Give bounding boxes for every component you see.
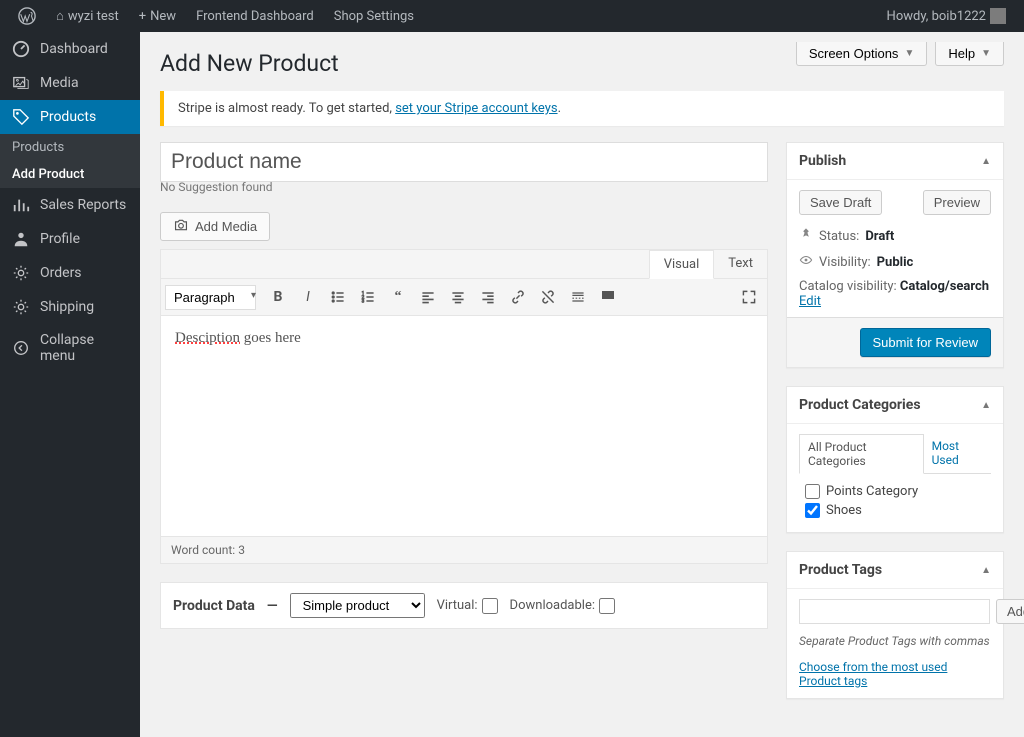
publish-box-header[interactable]: Publish▲ [787,143,1003,180]
home-icon: ⌂ [56,8,64,24]
blockquote-button[interactable]: “ [384,283,412,311]
product-title-input[interactable] [160,142,768,182]
number-list-button[interactable]: 123 [354,283,382,311]
products-icon [12,108,30,126]
chevron-up-icon: ▲ [981,565,991,576]
category-item[interactable]: Shoes [799,503,991,518]
choose-tags-link[interactable]: Choose from the most used Product tags [799,660,991,688]
bullet-list-button[interactable] [324,283,352,311]
downloadable-checkbox-label[interactable]: Downloadable: [510,598,615,614]
title-suggest: No Suggestion found [160,180,768,194]
toolbar-toggle-button[interactable] [594,283,622,311]
gear-icon [12,264,30,282]
tag-input[interactable] [799,599,990,624]
nav-sales-reports[interactable]: Sales Reports [0,188,140,222]
new-content-link[interactable]: +New [131,0,184,32]
editor-tab-visual[interactable]: Visual [649,250,715,279]
screen-options-button[interactable]: Screen Options▼ [796,42,928,66]
wp-logo[interactable] [10,0,44,32]
media-icon [12,74,30,92]
chevron-up-icon: ▲ [981,156,991,167]
help-button[interactable]: Help▼ [935,42,1004,66]
nav-media[interactable]: Media [0,66,140,100]
frontend-dashboard-link[interactable]: Frontend Dashboard [188,0,322,32]
camera-icon [173,218,189,235]
chevron-up-icon: ▲ [981,400,991,411]
subnav-add-product[interactable]: Add Product [0,161,140,188]
format-select[interactable]: Paragraph [165,285,256,310]
category-item[interactable]: Points Category [799,484,991,499]
subnav-products[interactable]: Products [0,134,140,161]
pin-icon [799,227,813,245]
editor-content[interactable]: Desciption goes here [161,316,767,536]
product-type-select[interactable]: Simple product [290,593,425,618]
virtual-checkbox[interactable] [482,598,498,614]
gear-icon [12,298,30,316]
nav-products[interactable]: Products [0,100,140,134]
profile-icon [12,230,30,248]
virtual-checkbox-label[interactable]: Virtual: [437,598,498,614]
eye-icon [799,253,813,271]
avatar [990,8,1006,24]
stripe-keys-link[interactable]: set your Stripe account keys [395,101,557,116]
link-button[interactable] [504,283,532,311]
collapse-icon [12,339,30,357]
category-label: Shoes [826,503,862,518]
word-count: Word count: 3 [161,536,767,563]
reports-icon [12,196,30,214]
chevron-down-icon: ▼ [904,48,914,59]
shop-settings-link[interactable]: Shop Settings [326,0,422,32]
cat-tab-all[interactable]: All Product Categories [799,434,924,474]
stripe-notice: Stripe is almost ready. To get started, … [160,91,1004,126]
dashboard-icon [12,40,30,58]
chevron-down-icon: ▼ [981,48,991,59]
italic-button[interactable]: I [294,283,322,311]
cat-tab-most-used[interactable]: Most Used [924,434,991,473]
product-data-panel: Product Data — Simple product Virtual: D… [160,582,768,629]
edit-catalog-visibility[interactable]: Edit [799,294,821,309]
add-media-button[interactable]: Add Media [160,212,270,241]
category-label: Points Category [826,484,918,499]
unlink-button[interactable] [534,283,562,311]
preview-button[interactable]: Preview [923,190,991,215]
svg-text:3: 3 [362,299,365,305]
read-more-button[interactable] [564,283,592,311]
align-center-button[interactable] [444,283,472,311]
nav-profile[interactable]: Profile [0,222,140,256]
category-checkbox[interactable] [805,484,820,499]
site-name-link[interactable]: ⌂wyzi test [48,0,127,32]
tags-box-header[interactable]: Product Tags▲ [787,552,1003,589]
nav-shipping[interactable]: Shipping [0,290,140,324]
downloadable-checkbox[interactable] [599,598,615,614]
bold-button[interactable]: B [264,283,292,311]
my-account-link[interactable]: Howdy, boib1222 [879,0,1014,32]
category-checkbox[interactable] [805,503,820,518]
align-left-button[interactable] [414,283,442,311]
align-right-button[interactable] [474,283,502,311]
tag-hint: Separate Product Tags with commas [799,634,991,648]
nav-dashboard[interactable]: Dashboard [0,32,140,66]
nav-collapse[interactable]: Collapse menu [0,324,140,372]
nav-orders[interactable]: Orders [0,256,140,290]
add-tag-button[interactable]: Add [996,599,1024,624]
editor-tab-text[interactable]: Text [714,250,767,278]
fullscreen-button[interactable] [735,283,763,311]
submit-for-review-button[interactable]: Submit for Review [860,328,991,357]
save-draft-button[interactable]: Save Draft [799,190,882,215]
categories-box-header[interactable]: Product Categories▲ [787,387,1003,424]
plus-icon: + [139,9,146,24]
